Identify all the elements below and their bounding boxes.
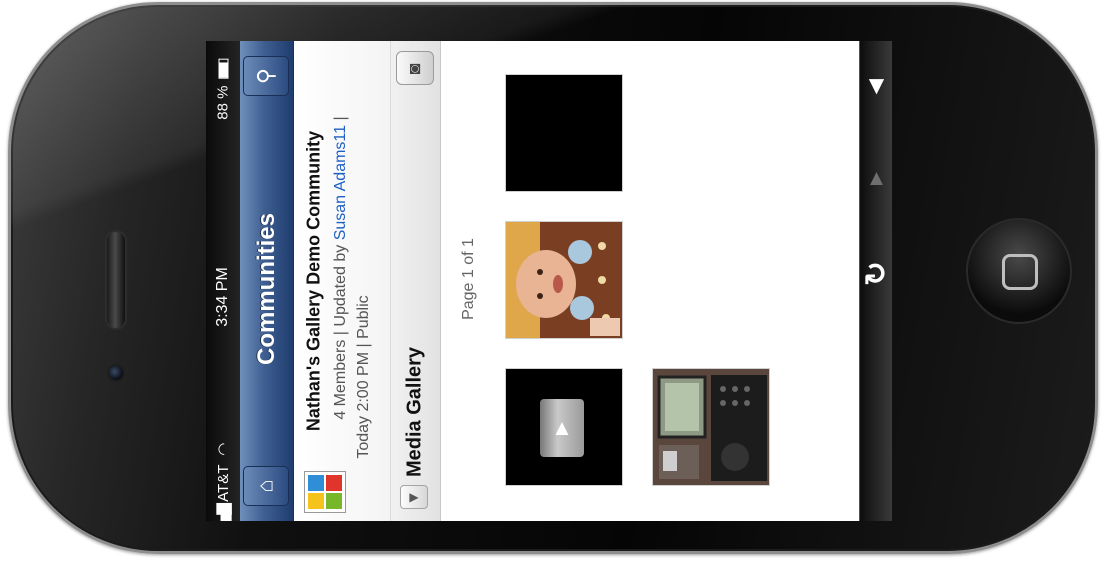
search-icon: ⚲: [253, 67, 278, 85]
media-gallery-header: ▶ Media Gallery ◙: [391, 41, 441, 521]
search-button[interactable]: ⚲: [243, 56, 289, 96]
signal-icon: ▂▃▅▇: [215, 505, 232, 521]
community-meta-line2: Today 2:00 PM | Public: [355, 295, 372, 459]
section-title: Media Gallery: [403, 346, 426, 478]
bottom-toolbar: ▼ ▲ ↻: [859, 41, 892, 521]
logo-tile-green: [326, 493, 342, 509]
gallery-item-photo-baby[interactable]: [505, 221, 623, 339]
logo-tile-red: [326, 475, 342, 491]
updated-by-link[interactable]: Susan Adams11: [332, 125, 349, 240]
gallery-item-photo-phone[interactable]: [652, 368, 770, 486]
refresh-button[interactable]: ↻: [860, 258, 892, 288]
battery-icon: [218, 58, 229, 79]
previous-button[interactable]: ▲: [860, 163, 892, 193]
play-icon: ▲: [551, 415, 573, 440]
disclosure-button[interactable]: ▶: [400, 485, 428, 509]
desk-phone-photo-image: [653, 369, 769, 485]
home-hardware-button[interactable]: [966, 218, 1072, 324]
refresh-icon: ↻: [859, 260, 892, 286]
phone-frame: ▂▃▅▇ AT&T ◠ 3:34 PM 88 % ⌂ Communities ⚲: [8, 2, 1098, 554]
earpiece-speaker: [105, 230, 127, 330]
status-bar: ▂▃▅▇ AT&T ◠ 3:34 PM 88 %: [206, 41, 240, 521]
home-square-icon: [1002, 254, 1038, 290]
carrier-label: AT&T: [215, 464, 232, 502]
logo-tile-blue: [308, 475, 324, 491]
community-meta-suffix: |: [332, 116, 349, 121]
screen: ▂▃▅▇ AT&T ◠ 3:34 PM 88 % ⌂ Communities ⚲: [206, 41, 892, 521]
community-header[interactable]: Nathan's Gallery Demo Community 4 Member…: [294, 41, 391, 521]
navigation-bar: ⌂ Communities ⚲: [240, 41, 294, 521]
nav-title: Communities: [253, 212, 280, 366]
page-indicator: Page 1 of 1: [460, 238, 477, 320]
status-time: 3:34 PM: [214, 267, 231, 327]
media-gallery: Page 1 of 1 ▲: [441, 41, 861, 521]
video-document-icon: ▲: [540, 399, 584, 457]
battery-percent: 88 %: [214, 85, 232, 120]
wifi-icon: ◠: [215, 442, 232, 456]
logo-tile-yellow: [308, 493, 324, 509]
gallery-item-video[interactable]: ▲: [505, 368, 623, 486]
upload-photo-button[interactable]: ◙: [396, 51, 434, 85]
gallery-item-black[interactable]: [505, 74, 623, 192]
community-name[interactable]: Nathan's Gallery Demo Community: [304, 131, 325, 431]
disclosure-triangle-icon: ▶: [409, 490, 419, 504]
community-logo: [304, 471, 346, 513]
carrier-signal: ▂▃▅▇ AT&T ◠: [214, 443, 232, 521]
home-button[interactable]: ⌂: [243, 466, 289, 506]
baby-photo-image: [506, 222, 622, 338]
next-button[interactable]: ▼: [860, 70, 892, 100]
battery-indicator: 88 %: [214, 58, 232, 120]
down-arrow-icon: ▼: [863, 69, 890, 100]
community-meta-line1: 4 Members | Updated by Susan Adams11 |: [332, 116, 350, 419]
camera-icon: ◙: [409, 57, 421, 78]
home-icon: ⌂: [252, 479, 278, 493]
community-meta-prefix: 4 Members | Updated by: [332, 244, 349, 420]
up-arrow-icon: ▲: [865, 165, 888, 190]
front-camera: [107, 364, 125, 382]
